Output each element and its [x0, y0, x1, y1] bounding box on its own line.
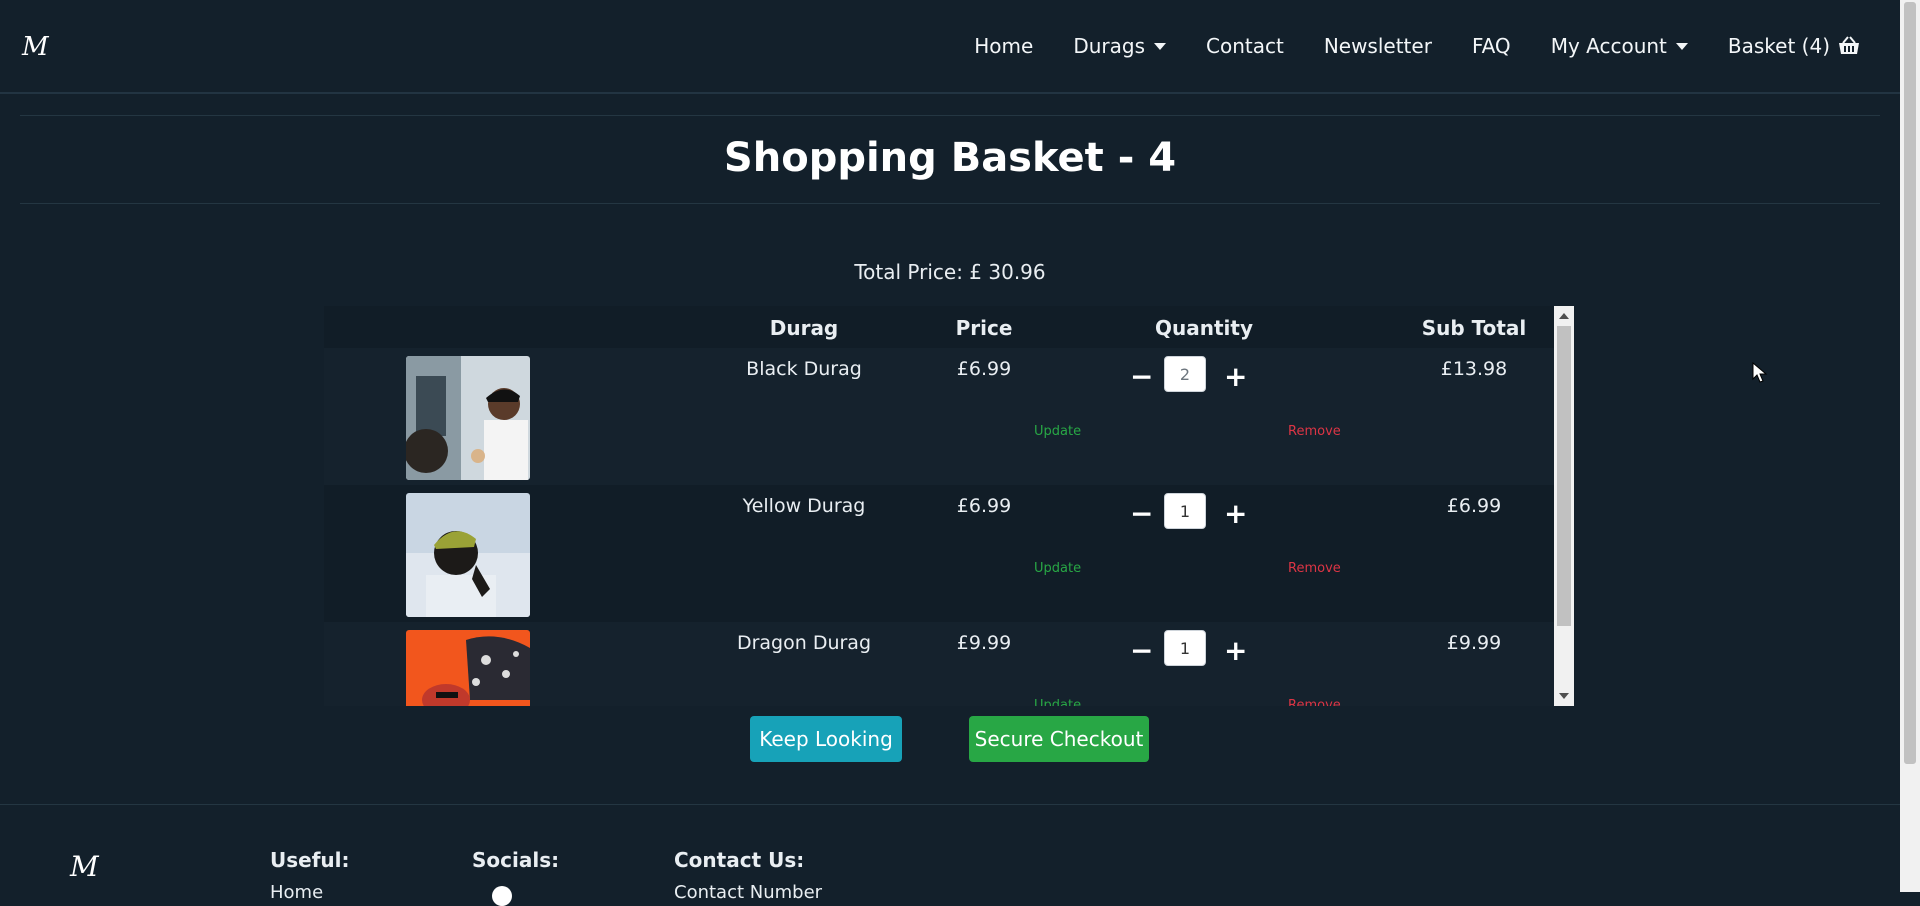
nav-basket-label: Basket (4)	[1727, 34, 1830, 58]
footer-logo[interactable]: M	[70, 850, 99, 883]
product-image-dragon-durag	[406, 630, 530, 706]
product-image-black-durag	[406, 356, 530, 480]
increase-quantity-button[interactable]: +	[1224, 360, 1247, 393]
remove-link[interactable]: Remove	[1288, 561, 1341, 576]
page-scrollbar[interactable]	[1900, 0, 1920, 892]
footer-useful-heading: Useful:	[270, 848, 350, 872]
nav-faq-label: FAQ	[1471, 34, 1511, 58]
mouse-cursor-icon	[1752, 362, 1768, 383]
keep-looking-button[interactable]: Keep Looking	[750, 716, 902, 762]
nav-newsletter[interactable]: Newsletter	[1324, 34, 1432, 58]
footer-useful-link[interactable]: Home	[270, 882, 323, 903]
secure-checkout-button[interactable]: Secure Checkout	[969, 716, 1149, 762]
item-price: £9.99	[956, 632, 1012, 654]
column-header-subtotal: Sub Total	[1421, 316, 1527, 340]
item-name: Black Durag	[746, 358, 862, 380]
table-row: Yellow Durag £6.99 − + £6.99 Update Remo…	[324, 485, 1554, 622]
nav-basket[interactable]: Basket (4)	[1728, 34, 1860, 58]
quantity-input[interactable]	[1164, 630, 1206, 666]
total-price: Total Price: £ 30.96	[854, 260, 1046, 284]
basket-table: Durag Price Quantity Sub Total Black Dur…	[324, 306, 1574, 706]
decrease-quantity-button[interactable]: −	[1130, 497, 1153, 530]
divider	[20, 203, 1880, 204]
column-header-price: Price	[955, 316, 1013, 340]
nav-home-label: Home	[974, 34, 1034, 58]
table-header: Durag Price Quantity Sub Total	[324, 306, 1554, 348]
footer-contact-number: Contact Number	[674, 882, 823, 903]
nav-newsletter-label: Newsletter	[1323, 34, 1432, 58]
nav-durags-label: Durags	[1073, 34, 1145, 58]
caret-down-icon	[1675, 42, 1688, 50]
footer-socials-heading: Socials:	[472, 848, 560, 872]
footer-contact-heading: Contact Us:	[674, 848, 805, 872]
basket-icon	[1839, 36, 1859, 54]
column-header-durag: Durag	[769, 316, 839, 340]
nav-contact-label: Contact	[1206, 34, 1284, 58]
nav-menu: Home Durags Contact Newsletter FAQ My Ac…	[934, 0, 1860, 92]
item-price: £6.99	[956, 495, 1012, 517]
decrease-quantity-button[interactable]: −	[1130, 360, 1153, 393]
divider	[20, 115, 1880, 116]
item-price: £6.99	[956, 358, 1012, 380]
quantity-input[interactable]	[1164, 493, 1206, 529]
item-name: Yellow Durag	[742, 495, 866, 517]
table-scrollbar[interactable]	[1554, 306, 1574, 706]
table-scrollbar-thumb[interactable]	[1557, 326, 1571, 626]
nav-faq[interactable]: FAQ	[1472, 34, 1511, 58]
increase-quantity-button[interactable]: +	[1224, 634, 1247, 667]
item-subtotal: £9.99	[1446, 632, 1502, 654]
item-subtotal: £13.98	[1440, 358, 1508, 380]
column-header-quantity: Quantity	[1155, 316, 1253, 340]
scroll-up-arrow-icon[interactable]	[1559, 313, 1569, 319]
site-logo[interactable]: M	[22, 32, 49, 62]
social-icon[interactable]	[492, 886, 512, 906]
page-scrollbar-thumb[interactable]	[1904, 2, 1916, 764]
product-image-yellow-durag	[406, 493, 530, 617]
scroll-down-arrow-icon[interactable]	[1559, 693, 1569, 699]
quantity-stepper: − +	[1124, 493, 1264, 531]
quantity-stepper: − +	[1124, 356, 1264, 394]
remove-link[interactable]: Remove	[1288, 698, 1341, 706]
page-title: Shopping Basket - 4	[723, 135, 1177, 181]
table-row: Black Durag £6.99 − + £13.98 Update Remo…	[324, 348, 1554, 485]
quantity-input[interactable]	[1164, 356, 1206, 392]
update-link[interactable]: Update	[1034, 561, 1081, 576]
nav-my-account-dropdown[interactable]: My Account	[1551, 34, 1688, 58]
remove-link[interactable]: Remove	[1288, 424, 1341, 439]
caret-down-icon	[1154, 42, 1166, 50]
increase-quantity-button[interactable]: +	[1224, 497, 1247, 530]
nav-my-account-label: My Account	[1550, 34, 1667, 58]
quantity-stepper: − +	[1124, 630, 1264, 668]
update-link[interactable]: Update	[1034, 698, 1081, 706]
item-name: Dragon Durag	[736, 632, 872, 654]
footer-divider	[0, 804, 1900, 805]
navbar: M Home Durags Contact Newsletter FAQ My …	[0, 0, 1900, 94]
decrease-quantity-button[interactable]: −	[1130, 634, 1153, 667]
update-link[interactable]: Update	[1034, 424, 1081, 439]
nav-contact[interactable]: Contact	[1206, 34, 1284, 58]
table-row: Dragon Durag £9.99 − + £9.99 Update Remo…	[324, 622, 1554, 706]
nav-home[interactable]: Home	[974, 34, 1033, 58]
item-subtotal: £6.99	[1446, 495, 1502, 517]
nav-durags-dropdown[interactable]: Durags	[1073, 34, 1166, 58]
